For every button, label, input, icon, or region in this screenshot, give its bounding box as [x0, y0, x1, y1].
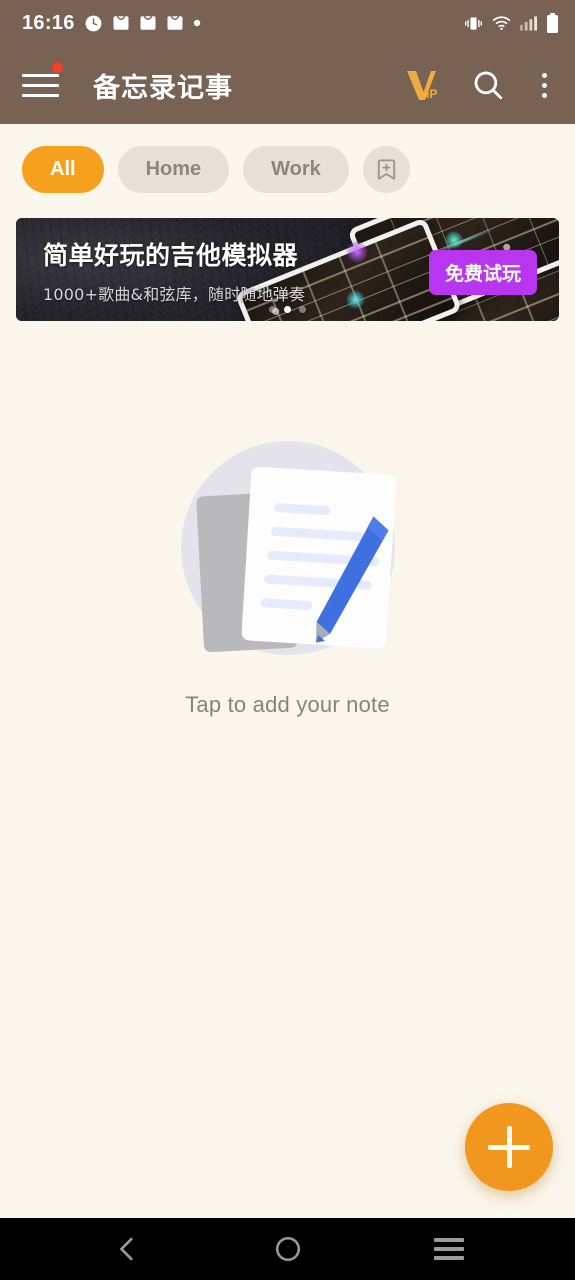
menu-bar — [22, 73, 59, 77]
status-bar-clock: 16:16 — [22, 11, 75, 34]
banner-dot[interactable] — [299, 306, 306, 313]
recents-icon — [433, 1238, 464, 1260]
vibrate-icon — [465, 16, 482, 30]
banner-dot[interactable] — [269, 306, 276, 313]
filter-chip-work[interactable]: Work — [243, 146, 349, 193]
nav-back-button[interactable] — [92, 1218, 162, 1280]
alarm-clock-icon — [85, 15, 102, 31]
add-note-fab[interactable] — [465, 1103, 553, 1191]
back-icon — [119, 1237, 133, 1261]
recents-bar — [433, 1247, 464, 1251]
promo-banner[interactable]: 简单好玩的吉他模拟器 1000+歌曲&和弦库，随时随地弹奏 免费试玩 — [16, 218, 559, 321]
bookmark-plus-icon — [377, 159, 395, 180]
dot-indicator-icon — [193, 19, 200, 27]
mail-icon — [140, 15, 156, 30]
nav-recents-button[interactable] — [414, 1218, 484, 1280]
status-bar-left: 16:16 — [22, 12, 201, 35]
empty-state-label: Tap to add your note — [185, 692, 390, 717]
nav-home-button[interactable] — [253, 1218, 323, 1280]
note-and-pencil-illustration — [168, 430, 408, 670]
banner-glow-accent — [346, 241, 368, 263]
overflow-menu-icon[interactable] — [531, 68, 557, 102]
recents-bar — [433, 1238, 464, 1242]
add-category-button[interactable] — [362, 146, 410, 193]
banner-title: 简单好玩的吉他模拟器 — [43, 241, 299, 270]
battery-icon — [547, 13, 558, 33]
banner-text-block: 简单好玩的吉他模拟器 1000+歌曲&和弦库，随时随地弹奏 — [43, 236, 305, 305]
page-title: 备忘录记事 — [93, 72, 233, 104]
status-bar-right — [464, 13, 559, 33]
vip-crown-icon[interactable]: IP — [403, 66, 445, 104]
search-icon[interactable] — [471, 68, 505, 102]
app-bar-actions: IP — [403, 66, 557, 104]
wifi-icon — [492, 16, 511, 31]
overflow-dot — [541, 82, 547, 88]
mail-icon — [167, 15, 183, 30]
banner-dot-active[interactable] — [284, 306, 291, 313]
cellular-signal-icon — [520, 16, 537, 31]
banner-cta-button[interactable]: 免费试玩 — [428, 250, 537, 295]
empty-state[interactable]: Tap to add your note — [0, 430, 575, 718]
menu-bar — [22, 83, 59, 87]
hamburger-menu-icon[interactable] — [22, 62, 64, 106]
plus-icon — [506, 1126, 512, 1168]
filter-chip-label: Home — [145, 158, 202, 180]
filter-chip-home[interactable]: Home — [117, 146, 230, 193]
overflow-dot — [541, 72, 547, 78]
overflow-dot — [541, 92, 547, 98]
menu-notification-badge — [52, 62, 63, 73]
recents-bar — [433, 1256, 464, 1260]
mail-icon — [113, 15, 129, 30]
banner-subtitle: 1000+歌曲&和弦库，随时随地弹奏 — [43, 285, 306, 304]
menu-bar — [22, 93, 59, 97]
banner-pagination-dots — [16, 306, 559, 313]
home-icon — [275, 1236, 300, 1262]
filter-chip-all[interactable]: All — [22, 146, 104, 193]
app-bar: 备忘录记事 IP — [0, 46, 575, 124]
category-filter-bar: All Home Work — [0, 124, 575, 193]
status-bar: 16:16 — [0, 0, 575, 46]
android-navigation-bar — [0, 1218, 575, 1280]
filter-chip-label: Work — [271, 158, 321, 180]
filter-chip-label: All — [50, 158, 76, 180]
svg-text:IP: IP — [426, 87, 437, 101]
